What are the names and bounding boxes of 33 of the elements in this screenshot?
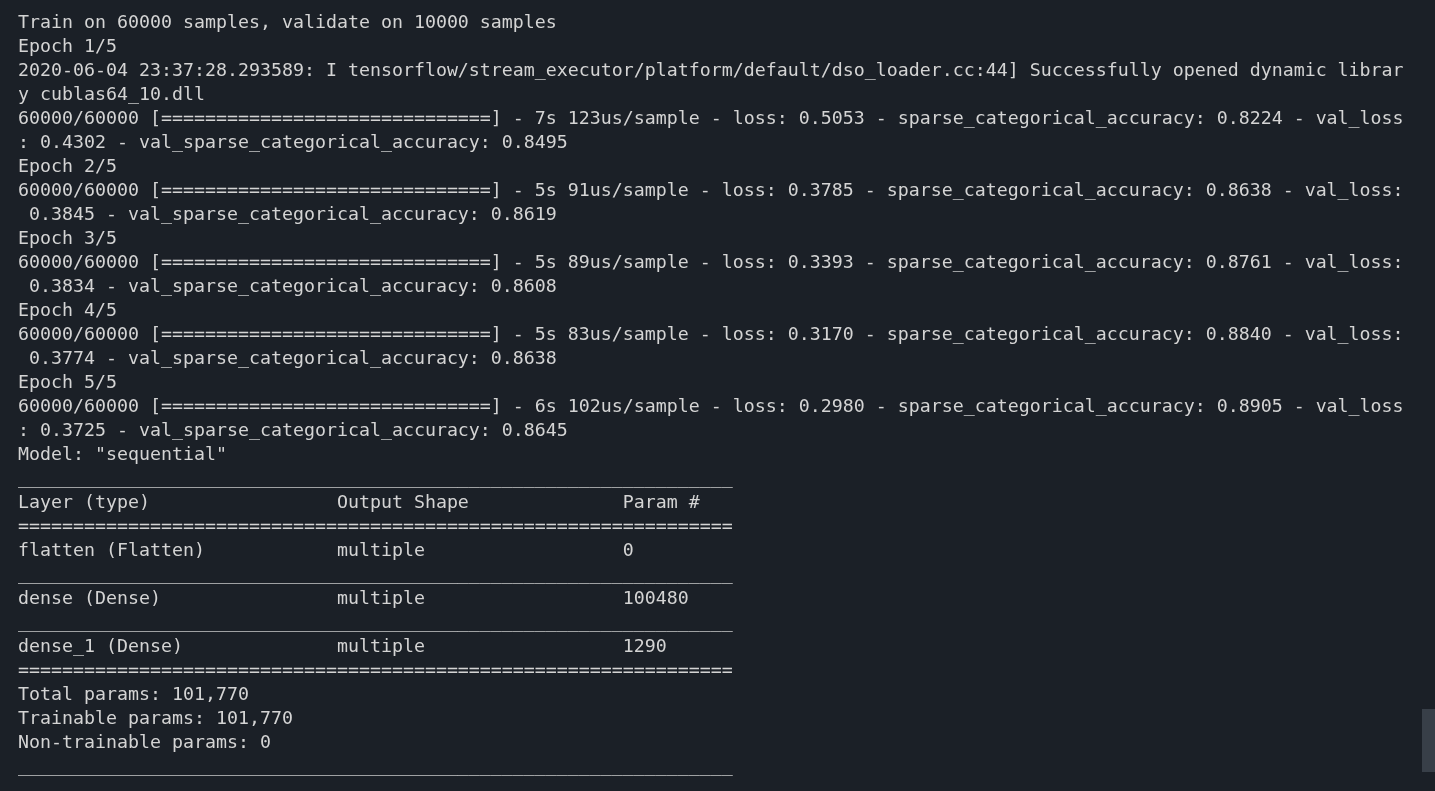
terminal-line: _________________________________________________________________ (18, 754, 733, 778)
terminal-line: 0.3834 - val_sparse_categorical_accuracy: 0.8608 (28, 274, 557, 298)
terminal-line: Train on 60000 samples, validate on 10000 samples (18, 10, 557, 34)
terminal-line: 60000/60000 [==============================] - 5s 83us/sample - loss: 0.3170 - sparse_categorical_accuracy: 0.8840 - val_loss: (18, 322, 1404, 346)
terminal-line: Total params: 101,770 (18, 682, 249, 706)
terminal-line: Epoch 3/5 (18, 226, 117, 250)
terminal-line: 2020-06-04 23:37:28.293589: I tensorflow/stream_executor/platform/default/dso_loader.cc:44] Successfully opened dynamic librar (18, 58, 1404, 82)
terminal-line: y cublas64_10.dll (18, 82, 205, 106)
terminal-line: 60000/60000 [==============================] - 7s 123us/sample - loss: 0.5053 - sparse_categorical_accuracy: 0.8224 - val_loss (18, 106, 1404, 130)
terminal-line: Epoch 2/5 (18, 154, 117, 178)
terminal-line: flatten (Flatten) multiple 0 (18, 538, 634, 562)
terminal-line: Epoch 5/5 (18, 370, 117, 394)
terminal-line: Trainable params: 101,770 (18, 706, 293, 730)
terminal-line: Layer (type) Output Shape Param # (18, 490, 700, 514)
terminal-line: Non-trainable params: 0 (18, 730, 271, 754)
terminal-line: dense_1 (Dense) multiple 1290 (18, 634, 667, 658)
terminal-line: ================================================================= (18, 514, 733, 538)
terminal-line: : 0.3725 - val_sparse_categorical_accuracy: 0.8645 (18, 418, 568, 442)
terminal-line: Epoch 4/5 (18, 298, 117, 322)
terminal-line: : 0.4302 - val_sparse_categorical_accuracy: 0.8495 (18, 130, 568, 154)
terminal-line: dense (Dense) multiple 100480 (18, 586, 689, 610)
terminal-line: 60000/60000 [==============================] - 6s 102us/sample - loss: 0.2980 - sparse_categorical_accuracy: 0.8905 - val_loss (18, 394, 1404, 418)
terminal-line: ================================================================= (18, 658, 733, 682)
terminal-line: 0.3774 - val_sparse_categorical_accuracy: 0.8638 (28, 346, 557, 370)
terminal-line: _________________________________________________________________ (18, 610, 733, 634)
terminal-line: _________________________________________________________________ (18, 562, 733, 586)
terminal-line: 60000/60000 [==============================] - 5s 91us/sample - loss: 0.3785 - sparse_categorical_accuracy: 0.8638 - val_loss: (18, 178, 1404, 202)
terminal-line: 0.3845 - val_sparse_categorical_accuracy: 0.8619 (28, 202, 557, 226)
terminal-line: Epoch 1/5 (18, 34, 117, 58)
terminal-line: Model: "sequential" (18, 442, 227, 466)
terminal-line: 60000/60000 [==============================] - 5s 89us/sample - loss: 0.3393 - sparse_categorical_accuracy: 0.8761 - val_loss: (18, 250, 1404, 274)
terminal-line: _________________________________________________________________ (18, 466, 733, 490)
scrollbar-thumb[interactable] (1422, 709, 1435, 772)
